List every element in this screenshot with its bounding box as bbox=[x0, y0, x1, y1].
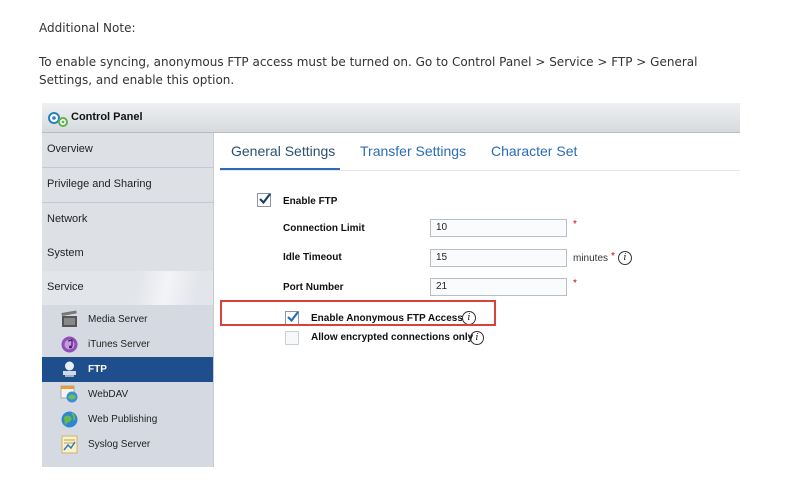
connection-limit-input[interactable] bbox=[430, 219, 567, 237]
enable-ftp-label: Enable FTP bbox=[283, 196, 338, 207]
info-icon[interactable]: i bbox=[618, 251, 632, 265]
encrypted-only-label: Allow encrypted connections only bbox=[311, 332, 474, 343]
control-panel-screenshot: Control Panel Overview Privilege and Sha… bbox=[42, 103, 740, 467]
sidebar-item-label: Service bbox=[47, 281, 84, 293]
connection-limit-label: Connection Limit bbox=[283, 223, 365, 234]
sidebar-item-syslog-server[interactable]: Syslog Server bbox=[42, 432, 213, 457]
sidebar-item-overview[interactable]: Overview bbox=[42, 133, 213, 168]
enable-ftp-checkbox[interactable] bbox=[257, 193, 271, 207]
sidebar-item-label: Media Server bbox=[88, 314, 148, 325]
sidebar-item-label: iTunes Server bbox=[88, 339, 150, 350]
ftp-icon bbox=[63, 361, 76, 377]
syslog-icon bbox=[61, 435, 78, 454]
sidebar-item-system[interactable]: System bbox=[42, 237, 213, 272]
sidebar-item-network[interactable]: Network bbox=[42, 203, 213, 238]
sidebar-item-privilege-and-sharing[interactable]: Privilege and Sharing bbox=[42, 168, 213, 203]
control-panel-logo-icon bbox=[48, 112, 68, 127]
note-heading: Additional Note: bbox=[39, 21, 136, 35]
sidebar-item-label: Privilege and Sharing bbox=[47, 178, 152, 190]
sidebar-item-label: FTP bbox=[88, 364, 107, 375]
sidebar-item-label: Web Publishing bbox=[88, 414, 158, 425]
idle-timeout-input[interactable] bbox=[430, 249, 567, 267]
webdav-icon bbox=[60, 385, 78, 403]
sidebar-item-ftp[interactable]: FTP bbox=[42, 357, 213, 382]
encrypted-only-checkbox[interactable] bbox=[285, 331, 299, 345]
highlight-box bbox=[220, 300, 496, 326]
required-marker: * bbox=[611, 251, 615, 262]
sidebar-item-label: Network bbox=[47, 213, 88, 225]
tab-general-settings[interactable]: General Settings bbox=[231, 143, 335, 159]
window-titlebar: Control Panel bbox=[42, 103, 740, 133]
idle-timeout-label: Idle Timeout bbox=[283, 252, 342, 263]
service-submenu: Media Server iTunes Server FTP WebDAV We… bbox=[42, 305, 213, 467]
sidebar-item-label: WebDAV bbox=[88, 389, 129, 400]
port-number-input[interactable] bbox=[430, 278, 567, 296]
info-icon[interactable]: i bbox=[470, 331, 484, 345]
tab-transfer-settings[interactable]: Transfer Settings bbox=[360, 143, 466, 159]
tab-character-set[interactable]: Character Set bbox=[491, 143, 577, 159]
sidebar: Overview Privilege and Sharing Network S… bbox=[42, 133, 214, 467]
idle-timeout-unit: minutes bbox=[573, 253, 609, 264]
sidebar-item-itunes-server[interactable]: iTunes Server bbox=[42, 332, 213, 357]
tab-divider bbox=[220, 170, 740, 171]
required-marker: * bbox=[573, 219, 577, 230]
sidebar-item-label: Syslog Server bbox=[88, 439, 151, 450]
port-number-label: Port Number bbox=[283, 282, 344, 293]
itunes-icon bbox=[61, 336, 78, 353]
sidebar-item-webdav[interactable]: WebDAV bbox=[42, 382, 213, 407]
sidebar-item-service[interactable]: Service bbox=[42, 271, 213, 306]
window-title: Control Panel bbox=[71, 111, 143, 123]
checkmark-icon bbox=[259, 193, 271, 205]
sidebar-item-media-server[interactable]: Media Server bbox=[42, 307, 213, 332]
sidebar-item-web-publishing[interactable]: Web Publishing bbox=[42, 407, 213, 432]
required-marker: * bbox=[573, 278, 577, 289]
media-server-icon bbox=[61, 310, 77, 327]
sidebar-item-label: System bbox=[47, 247, 84, 259]
web-publishing-icon bbox=[61, 411, 78, 428]
sidebar-item-label: Overview bbox=[47, 143, 93, 155]
instruction-paragraph: To enable syncing, anonymous FTP access … bbox=[39, 55, 698, 87]
